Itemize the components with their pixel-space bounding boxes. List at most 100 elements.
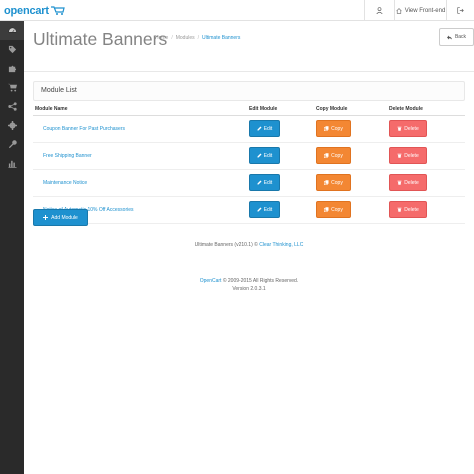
pencil-icon	[257, 207, 262, 212]
edit-button[interactable]: Edit	[249, 174, 280, 191]
opencart-logo[interactable]: opencart	[4, 3, 65, 18]
module-credit: Ultimate Banners (v210.1) © Clear Thinki…	[24, 242, 474, 248]
table-row: Free Shipping Banner Edit Copy Delete	[33, 142, 465, 170]
copy-button[interactable]: Copy	[316, 120, 351, 137]
main-content: Ultimate Banners Home / Modules / Ultima…	[24, 21, 474, 474]
add-module-label: Add Module	[51, 214, 78, 221]
column-module-name: Module Name	[33, 103, 249, 116]
page-footer: OpenCart © 2009-2015 All Rights Reserved…	[24, 277, 474, 293]
nav-sales[interactable]	[0, 78, 24, 97]
cog-icon	[7, 121, 17, 130]
trash-icon	[397, 207, 402, 212]
breadcrumb-current[interactable]: Ultimate Banners	[202, 35, 240, 41]
share-icon	[7, 102, 17, 111]
delete-button[interactable]: Delete	[389, 120, 427, 137]
bar-chart-icon	[7, 160, 17, 168]
nav-system[interactable]	[0, 116, 24, 135]
opencart-link[interactable]: OpenCart	[200, 278, 222, 284]
cart-logo-icon	[50, 6, 65, 15]
user-menu-button[interactable]	[364, 0, 394, 21]
copy-icon	[324, 153, 329, 158]
tags-icon	[8, 45, 16, 54]
panel-title: Module List	[41, 87, 77, 94]
copy-icon	[324, 207, 329, 212]
author-link[interactable]: Clear Thinking, LLC	[259, 242, 303, 248]
dashboard-icon	[8, 27, 16, 33]
module-name-link[interactable]: Maintenance Notice	[35, 180, 87, 186]
delete-button-label: Delete	[404, 179, 419, 186]
edit-button-label: Edit	[263, 179, 273, 186]
pencil-icon	[257, 180, 262, 185]
version-text: Version 2.0.3.1	[232, 286, 266, 292]
view-frontend-link[interactable]: View Front-end	[394, 0, 446, 21]
plus-icon	[43, 215, 49, 220]
panel-heading: Module List	[33, 81, 465, 101]
delete-button-label: Delete	[404, 206, 419, 213]
column-delete-module: Delete Module	[389, 103, 465, 116]
table-row: Coupon Banner For Past Purchasers Edit C…	[33, 115, 465, 143]
table-row: Maintenance Notice Edit Copy Delete	[33, 169, 465, 197]
pencil-icon	[257, 153, 262, 158]
sidebar	[0, 21, 24, 474]
logout-button[interactable]	[446, 0, 474, 21]
copy-button-label: Copy	[331, 206, 343, 213]
page-header: Ultimate Banners Home / Modules / Ultima…	[33, 28, 474, 59]
edit-button[interactable]: Edit	[249, 120, 280, 137]
top-header: opencart View Front-end	[0, 0, 474, 21]
logo-text: opencart	[4, 4, 49, 17]
trash-icon	[397, 153, 402, 158]
delete-button-label: Delete	[404, 125, 419, 132]
nav-marketing[interactable]	[0, 97, 24, 116]
module-name-link[interactable]: Coupon Banner For Past Purchasers	[35, 126, 125, 132]
delete-button[interactable]: Delete	[389, 201, 427, 218]
edit-button-label: Edit	[263, 125, 273, 132]
header-divider	[24, 71, 474, 72]
module-credit-text: Ultimate Banners (v210.1) ©	[194, 242, 260, 248]
breadcrumb-home[interactable]: Home	[155, 35, 168, 41]
edit-button[interactable]: Edit	[249, 147, 280, 164]
trash-icon	[397, 126, 402, 131]
nav-tools[interactable]	[0, 135, 24, 154]
delete-button[interactable]: Delete	[389, 174, 427, 191]
page-title: Ultimate Banners	[33, 29, 168, 49]
nav-extensions[interactable]	[0, 59, 24, 78]
copy-button-label: Copy	[331, 179, 343, 186]
nav-reports[interactable]	[0, 154, 24, 173]
sign-out-icon	[457, 7, 464, 14]
column-edit-module: Edit Module	[249, 103, 316, 116]
copy-button[interactable]: Copy	[316, 201, 351, 218]
edit-button-label: Edit	[263, 206, 273, 213]
breadcrumb-separator: /	[171, 35, 173, 41]
puzzle-icon	[8, 65, 16, 73]
nav-catalog[interactable]	[0, 40, 24, 59]
breadcrumb-separator: /	[197, 35, 200, 41]
copyright-text: © 2009-2015 All Rights Reserved.	[221, 278, 299, 284]
module-table: Module Name Edit Module Copy Module Dele…	[33, 103, 465, 224]
table-header-row: Module Name Edit Module Copy Module Dele…	[33, 103, 465, 116]
home-icon	[396, 7, 402, 14]
nav-dashboard[interactable]	[0, 21, 24, 40]
pencil-icon	[257, 126, 262, 131]
copy-button[interactable]: Copy	[316, 174, 351, 191]
shopping-cart-icon	[7, 83, 17, 92]
copy-button-label: Copy	[331, 125, 343, 132]
back-button-label: Back	[454, 34, 467, 40]
copy-icon	[324, 126, 329, 131]
copy-button-label: Copy	[331, 152, 343, 159]
user-icon	[376, 7, 383, 14]
add-module-button[interactable]: Add Module	[33, 209, 88, 226]
breadcrumb: Home / Modules / Ultimate Banners	[155, 35, 240, 41]
module-name-link[interactable]: Free Shipping Banner	[35, 153, 92, 159]
edit-button-label: Edit	[263, 152, 273, 159]
trash-icon	[397, 180, 402, 185]
delete-button[interactable]: Delete	[389, 147, 427, 164]
delete-button-label: Delete	[404, 152, 419, 159]
table-row: Notice of Automatic 10% Off Accessories …	[33, 196, 465, 224]
back-button[interactable]: Back	[439, 28, 474, 46]
breadcrumb-modules[interactable]: Modules	[176, 35, 195, 41]
view-frontend-label: View Front-end	[404, 7, 446, 14]
edit-button[interactable]: Edit	[249, 201, 280, 218]
copy-button[interactable]: Copy	[316, 147, 351, 164]
wrench-icon	[8, 140, 17, 149]
reply-icon	[446, 35, 452, 39]
